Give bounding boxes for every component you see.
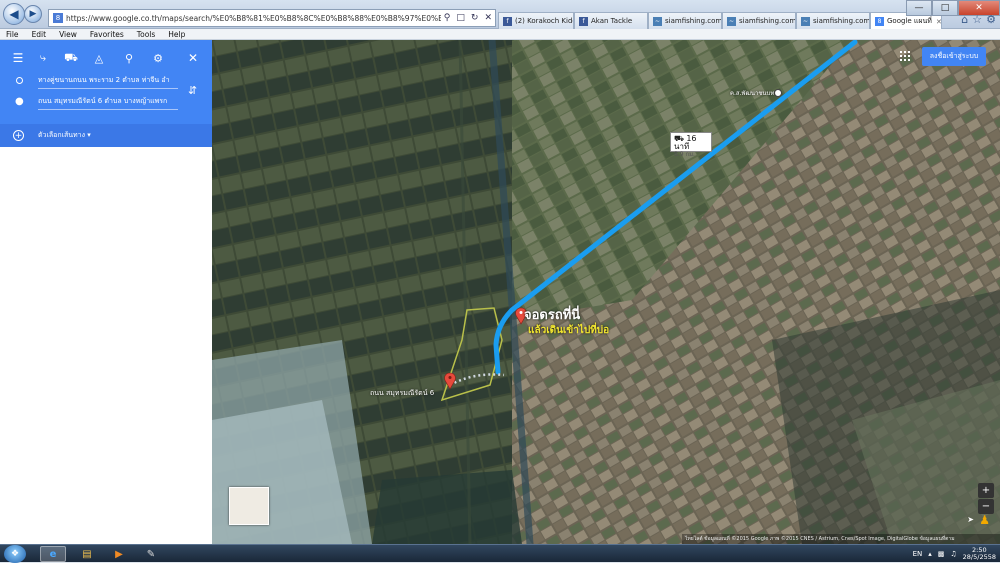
zoom-out-button[interactable]: − [978, 499, 994, 514]
menu-tools[interactable]: Tools [137, 30, 155, 39]
language-indicator[interactable]: EN [913, 550, 923, 558]
close-icon[interactable]: ✕ [183, 48, 203, 68]
explorer-taskbar-icon[interactable]: ▤ [74, 546, 100, 562]
start-button[interactable]: ❖ [4, 545, 26, 563]
facebook-icon: f [579, 16, 588, 26]
earth-toggle-thumbnail[interactable] [229, 487, 269, 525]
directions-header: ☰ ⤷ ⛟ ◬ ⚲ ⚙ ✕ ทางคู่ขนานถนน พระราม 2 ตำบ… [0, 40, 212, 147]
route-options-button[interactable]: ตัวเลือกเส้นทาง ▾ [38, 130, 91, 141]
paint-taskbar-icon[interactable]: ✎ [138, 546, 164, 562]
menu-help[interactable]: Help [168, 30, 185, 39]
tab-akan-tackle[interactable]: f Akan Tackle [574, 12, 648, 29]
maximize-button[interactable]: □ [932, 0, 958, 16]
facebook-icon: f [503, 16, 512, 26]
route-options-label: ตัวเลือกเส้นทาง [38, 131, 86, 139]
browser-tool-icons: ⌂ ☆ ⚙ [961, 13, 996, 26]
tab-label: siamfishing.com [739, 17, 796, 25]
tab-label: Google แผนที่ [887, 17, 932, 25]
address-bar[interactable]: 8 https://www.google.co.th/maps/search/%… [48, 9, 496, 27]
tab-siamfishing-1[interactable]: ~ siamfishing.com [648, 12, 722, 29]
swap-icon[interactable]: ⇵ [188, 84, 197, 97]
apps-grid-icon[interactable] [900, 51, 910, 61]
road-label: ค.ส.พัฒนาชนบท [730, 90, 775, 97]
zoom-in-button[interactable]: + [978, 483, 994, 498]
route-distance: 8.9 กม. [674, 151, 695, 158]
menu-edit[interactable]: Edit [32, 30, 47, 39]
parking-annotation: จอดรถที่นี่ [524, 308, 581, 323]
browser-titlebar: ◀ ▶ 8 https://www.google.co.th/maps/sear… [0, 0, 1000, 30]
tab-label: (2) Korakoch Kidchob [515, 17, 573, 25]
close-tab-icon[interactable]: ✕ [932, 18, 941, 26]
pegman-icon[interactable]: ♟ [979, 513, 990, 527]
home-icon[interactable]: ⌂ [961, 13, 968, 26]
menu-file[interactable]: File [6, 30, 19, 39]
back-button[interactable]: ◀ [3, 3, 25, 25]
google-icon: 8 [875, 17, 884, 26]
clock-date: 28/5/2558 [962, 553, 996, 561]
tab-korakoch[interactable]: f (2) Korakoch Kidchob [498, 12, 574, 29]
bicycle-icon[interactable]: ⚙ [148, 48, 168, 68]
route-duration-callout[interactable]: ⛟ 16 นาที 8.9 กม. [670, 132, 712, 158]
volume-icon[interactable]: ♫ [950, 550, 956, 558]
car-icon[interactable]: ⛟ [61, 48, 81, 68]
search-icon[interactable]: ⚲ [441, 13, 454, 23]
origin-input[interactable]: ทางคู่ขนานถนน พระราม 2 ตำบล ท่าจีน อำ [38, 75, 178, 89]
taskbar: ❖ e ▤ ▶ ✎ EN ▴ ▩ ♫ 2:50 28/5/2558 [0, 544, 1000, 563]
stop-icon[interactable]: ✕ [481, 13, 495, 23]
walking-icon[interactable]: ⚲ [119, 48, 139, 68]
favorites-star-icon[interactable]: ☆ [972, 13, 982, 26]
signin-button[interactable]: ลงชื่อเข้าสู่ระบบ [922, 47, 986, 66]
ie-taskbar-icon[interactable]: e [40, 546, 66, 562]
settings-gear-icon[interactable]: ⚙ [986, 13, 996, 26]
compass-icon[interactable]: ➤ [967, 515, 974, 524]
media-player-taskbar-icon[interactable]: ▶ [106, 546, 132, 562]
siamfishing-icon: ~ [727, 16, 736, 26]
menu-bar: File Edit View Favorites Tools Help [0, 29, 1000, 40]
map-attribution: ไทยไลต์ ข้อมูลแผนที่ ©2015 Google ภาพ ©2… [682, 534, 1000, 544]
tray-arrow-icon[interactable]: ▴ [928, 550, 932, 558]
destination-input[interactable]: ถนน สมุทรมณีรัตน์ 6 ตำบล บางหญ้าแพรก [38, 96, 178, 110]
walk-annotation: แล้วเดินเข้าไปที่บ่อ [528, 325, 610, 336]
siamfishing-icon: ~ [801, 16, 810, 26]
destination-pin-icon: ● [15, 96, 24, 107]
tab-siamfishing-3[interactable]: ~ siamfishing.com [796, 12, 870, 29]
add-destination-icon[interactable]: + [13, 130, 24, 141]
menu-view[interactable]: View [59, 30, 77, 39]
route-options-bar: + ตัวเลือกเส้นทาง ▾ [0, 124, 212, 147]
address-url[interactable]: https://www.google.co.th/maps/search/%E0… [66, 14, 441, 23]
clock[interactable]: 2:50 28/5/2558 [963, 547, 996, 561]
menu-favorites[interactable]: Favorites [90, 30, 124, 39]
travel-modes: ☰ ⤷ ⛟ ◬ ⚲ ⚙ ✕ [0, 48, 212, 68]
origin-dot-icon [16, 77, 23, 84]
menu-icon[interactable]: ☰ [8, 48, 28, 68]
tab-label: siamfishing.com [665, 17, 722, 25]
siamfishing-icon: ~ [653, 16, 662, 26]
lock-icon: □ [456, 13, 465, 23]
map-canvas[interactable]: ลงชื่อเข้าสู่ระบบ ค.ส.พัฒนาชนบท ⛟ 16 นาท… [212, 40, 1000, 544]
system-tray: EN ▴ ▩ ♫ 2:50 28/5/2558 [913, 545, 996, 563]
zoom-controls: + − [978, 483, 994, 514]
tab-label: Akan Tackle [591, 17, 633, 25]
tab-siamfishing-2[interactable]: ~ siamfishing.com [722, 12, 796, 29]
address-favicon: 8 [53, 13, 63, 23]
refresh-icon[interactable]: ↻ [468, 13, 482, 23]
directions-panel: ☰ ⤷ ⛟ ◬ ⚲ ⚙ ✕ ทางคู่ขนานถนน พระราม 2 ตำบ… [0, 40, 212, 544]
minimize-button[interactable]: — [906, 0, 932, 16]
forward-button[interactable]: ▶ [24, 5, 42, 23]
tab-label: siamfishing.com [813, 17, 870, 25]
best-route-icon[interactable]: ⤷ [33, 48, 53, 68]
satellite-imagery [212, 40, 1000, 544]
transit-icon[interactable]: ◬ [89, 48, 109, 68]
destination-label: ถนน สมุทรมณีรัตน์ 6 [370, 389, 435, 397]
network-icon[interactable]: ▩ [938, 550, 945, 558]
